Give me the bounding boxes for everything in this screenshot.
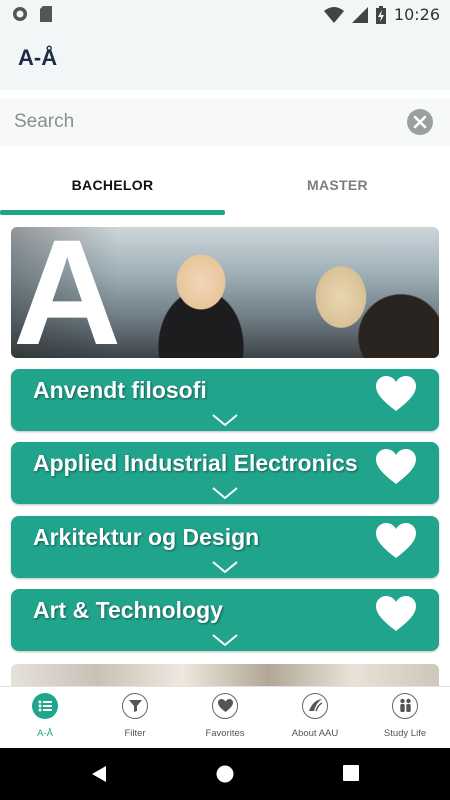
status-time: 10:26 xyxy=(393,5,440,24)
clear-search-button[interactable] xyxy=(407,109,433,135)
search-input[interactable] xyxy=(14,108,394,136)
filter-icon xyxy=(122,693,148,719)
home-icon[interactable] xyxy=(216,765,234,783)
bottom-navigation: A-Å Filter Favorites About AAU Study Lif… xyxy=(0,686,450,748)
nav-item-filter[interactable]: Filter xyxy=(90,693,180,747)
letter-section-banner: A xyxy=(11,227,439,358)
chevron-down-icon[interactable] xyxy=(211,633,239,647)
battery-charging-icon xyxy=(375,5,386,24)
close-icon xyxy=(413,115,427,129)
next-section-banner xyxy=(11,664,439,686)
back-icon[interactable] xyxy=(90,765,108,783)
nav-item-about-aau[interactable]: About AAU xyxy=(270,693,360,747)
chevron-down-icon[interactable] xyxy=(211,560,239,574)
program-title: Applied Industrial Electronics xyxy=(33,450,358,476)
chevron-down-icon[interactable] xyxy=(211,486,239,500)
people-icon xyxy=(392,693,418,719)
status-bar: 10:26 xyxy=(0,0,450,28)
sd-card-icon xyxy=(40,6,52,22)
heart-icon xyxy=(212,693,238,719)
wifi-icon xyxy=(323,6,344,23)
favorite-heart-icon[interactable] xyxy=(375,522,417,560)
nav-item-study-life[interactable]: Study Life xyxy=(360,693,450,747)
search-bar xyxy=(0,98,450,146)
system-navigation-bar xyxy=(0,748,450,800)
recents-icon[interactable] xyxy=(343,765,359,781)
nav-item-favorites[interactable]: Favorites xyxy=(180,693,270,747)
nav-label: Filter xyxy=(124,728,146,739)
program-title: Arkitektur og Design xyxy=(33,524,260,550)
aau-logo-icon xyxy=(302,693,328,719)
list-icon xyxy=(32,693,58,719)
tab-bachelor[interactable]: BACHELOR xyxy=(0,160,225,212)
nav-item-a-aa[interactable]: A-Å xyxy=(0,693,90,747)
favorite-heart-icon[interactable] xyxy=(375,595,417,633)
favorite-heart-icon[interactable] xyxy=(375,375,417,413)
nav-label: A-Å xyxy=(37,728,53,739)
nav-label: About AAU xyxy=(291,728,339,739)
program-title: Anvendt filosofi xyxy=(33,377,207,403)
page-title: A-Å xyxy=(18,45,58,70)
nav-label: Study Life xyxy=(383,728,427,739)
program-card[interactable]: Applied Industrial Electronics xyxy=(11,442,439,504)
signal-icon xyxy=(351,6,368,23)
tab-indicator xyxy=(0,210,225,215)
tab-master[interactable]: MASTER xyxy=(225,160,450,212)
app-bar: A-Å xyxy=(0,28,450,90)
program-card[interactable]: Anvendt filosofi xyxy=(11,369,439,431)
section-letter: A xyxy=(13,227,122,358)
nav-label: Favorites xyxy=(205,728,245,739)
degree-tabs: BACHELOR MASTER xyxy=(0,160,450,216)
chevron-down-icon[interactable] xyxy=(211,413,239,427)
program-title: Art & Technology xyxy=(33,597,223,623)
program-card[interactable]: Art & Technology xyxy=(11,589,439,651)
favorite-heart-icon[interactable] xyxy=(375,448,417,486)
program-card[interactable]: Arkitektur og Design xyxy=(11,516,439,578)
notification-circle-icon xyxy=(13,7,27,21)
